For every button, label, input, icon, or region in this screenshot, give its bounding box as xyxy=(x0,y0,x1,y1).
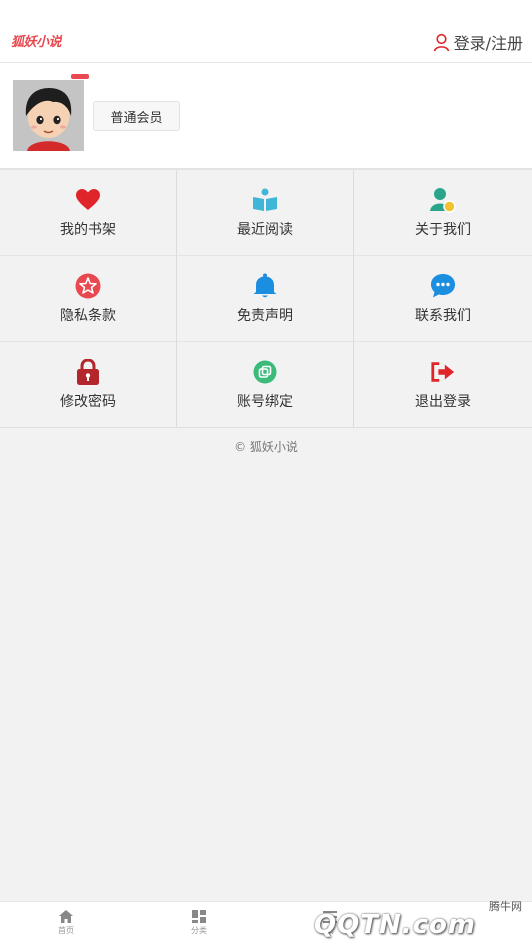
logout-icon xyxy=(430,359,456,385)
avatar[interactable] xyxy=(13,80,84,151)
user-icon xyxy=(433,33,449,51)
menu-item-logout[interactable]: 退出登录 xyxy=(354,341,532,427)
star-badge-icon xyxy=(75,273,101,299)
tab-category[interactable]: 分类 xyxy=(179,910,219,936)
notification-badge xyxy=(71,74,89,79)
chat-bubble-icon xyxy=(430,273,456,299)
tab-home[interactable]: 首页 xyxy=(46,910,86,936)
menu-item-disclaimer[interactable]: 免责声明 xyxy=(177,255,354,341)
app-header: 狐妖小说 登录/注册 xyxy=(0,0,532,63)
bell-icon xyxy=(252,273,278,299)
menu-item-label: 账号绑定 xyxy=(237,393,293,410)
menu-item-label: 我的书架 xyxy=(60,221,116,238)
member-level-button[interactable]: 普通会员 xyxy=(93,101,180,131)
tab-label: 分类 xyxy=(191,926,207,935)
watermark-site-name: 腾牛网 xyxy=(489,900,522,913)
watermark-logo: QQTN.com xyxy=(314,910,476,940)
link-copy-icon xyxy=(252,359,278,385)
lock-icon xyxy=(75,358,101,385)
profile-card: 普通会员 xyxy=(0,63,532,169)
copyright-text: © 狐妖小说 xyxy=(234,440,298,454)
open-book-icon xyxy=(252,187,278,213)
avatar-image xyxy=(13,80,84,151)
heart-icon xyxy=(75,187,101,213)
menu-item-account-binding[interactable]: 账号绑定 xyxy=(177,341,354,427)
menu-item-change-password[interactable]: 修改密码 xyxy=(0,341,177,427)
grid-icon xyxy=(192,910,206,923)
watermark: 腾牛网 QQTN.com xyxy=(314,896,524,944)
menu-item-label: 免责声明 xyxy=(237,307,293,324)
tab-label: 首页 xyxy=(58,926,74,935)
login-register-label: 登录/注册 xyxy=(453,34,523,53)
menu-item-label: 联系我们 xyxy=(415,307,471,324)
menu-item-label: 关于我们 xyxy=(415,221,471,238)
menu-item-label: 修改密码 xyxy=(60,393,116,410)
app-logo[interactable]: 狐妖小说 xyxy=(11,31,62,50)
menu-item-label: 最近阅读 xyxy=(237,221,293,238)
menu-item-about-us[interactable]: 关于我们 xyxy=(354,169,532,255)
menu-item-label: 隐私条款 xyxy=(60,307,116,324)
login-register-link[interactable]: 登录/注册 xyxy=(433,30,523,54)
menu-item-contact-us[interactable]: 联系我们 xyxy=(354,255,532,341)
menu-item-label: 退出登录 xyxy=(415,393,471,410)
menu-item-recent-reading[interactable]: 最近阅读 xyxy=(177,169,354,255)
home-icon xyxy=(59,910,73,923)
menu-item-bookshelf[interactable]: 我的书架 xyxy=(0,169,177,255)
menu-grid: 我的书架 最近阅读 关于我们 隐私条款 免责声明 联系我们 修改密码 账号绑定 … xyxy=(0,169,532,428)
user-coin-icon xyxy=(430,187,456,213)
menu-item-privacy[interactable]: 隐私条款 xyxy=(0,255,177,341)
